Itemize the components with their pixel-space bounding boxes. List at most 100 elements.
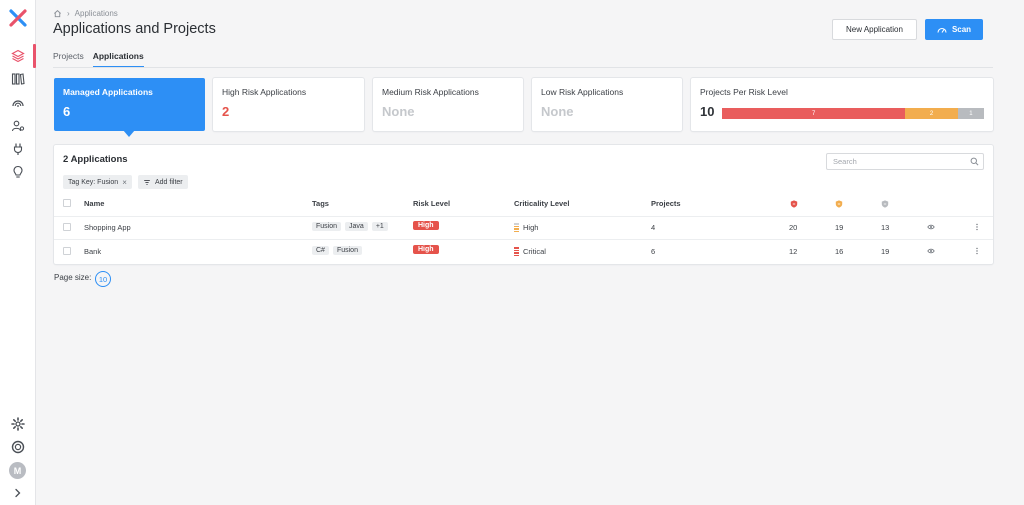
- plug-icon[interactable]: [9, 140, 27, 158]
- tag-chip: Fusion: [332, 246, 362, 255]
- library-icon[interactable]: [9, 70, 27, 88]
- tag-chip: C#: [312, 246, 329, 255]
- layers-icon[interactable]: [9, 47, 27, 65]
- table-row-name[interactable]: Shopping App: [84, 223, 131, 232]
- avatar[interactable]: M: [9, 462, 26, 479]
- table-row-projects: 4: [651, 223, 656, 232]
- column-header-risk-level[interactable]: Risk Level: [413, 199, 450, 208]
- gauge-icon[interactable]: [9, 94, 27, 112]
- status-badge: High: [413, 221, 439, 230]
- column-header-name[interactable]: Name: [84, 199, 104, 208]
- projects-per-risk-level-card[interactable]: Projects Per Risk Level 10: [691, 78, 993, 131]
- select-all-checkbox[interactable]: [63, 199, 71, 207]
- table-divider: [54, 216, 993, 217]
- high-risk-applications-value: 2: [222, 104, 230, 119]
- medium-risk-applications-label: Medium Risk Applications: [382, 87, 479, 97]
- table-row-medium-count: 19: [835, 223, 844, 232]
- sidebar: M: [0, 0, 36, 505]
- add-filter-button[interactable]: Add filter: [138, 175, 188, 189]
- chevron-right-icon[interactable]: [9, 484, 27, 502]
- user-settings-icon[interactable]: [9, 117, 27, 135]
- tag-chip: Fusion: [312, 222, 342, 231]
- table-row-risk: High: [413, 245, 439, 254]
- low-risk-applications-label: Low Risk Applications: [541, 87, 624, 97]
- risk-bar-segment-low[interactable]: 1: [957, 108, 984, 119]
- table-row-high-count: 12: [789, 247, 798, 256]
- table-row-high-count: 20: [789, 223, 798, 232]
- table-row-name[interactable]: Bank: [84, 247, 101, 256]
- filter-icon: [144, 179, 150, 185]
- criticality-label: Critical: [523, 247, 546, 256]
- table-row-medium-count: 16: [835, 247, 844, 256]
- page-size-label: Page size:: [54, 273, 92, 282]
- sidebar-active-indicator: [33, 44, 36, 68]
- tabs: Projects Applications: [53, 46, 144, 68]
- gear-icon[interactable]: [9, 415, 27, 433]
- lightbulb-icon[interactable]: [9, 163, 27, 181]
- eye-icon[interactable]: [927, 247, 935, 255]
- column-header-tags[interactable]: Tags: [312, 199, 329, 208]
- row-checkbox[interactable]: [63, 247, 71, 255]
- low-risk-applications-card[interactable]: Low Risk Applications None: [532, 78, 682, 131]
- breadcrumb: › Applications: [53, 9, 118, 18]
- table-row-low-count: 19: [881, 247, 890, 256]
- table-row-tags: C# Fusion: [312, 246, 362, 255]
- filter-chip-tag-key[interactable]: Tag Key: Fusion ×: [63, 175, 132, 189]
- search-input[interactable]: [826, 153, 984, 170]
- applications-table-panel: 2 Applications Tag Key: Fusion × Add fil…: [54, 145, 993, 264]
- table-row-criticality: Critical: [514, 247, 546, 256]
- medium-risk-applications-value: None: [382, 104, 415, 119]
- status-badge: High: [413, 245, 439, 254]
- filter-chip-label: Tag Key: Fusion: [68, 178, 119, 186]
- tag-chip: Java: [345, 222, 368, 231]
- add-filter-label: Add filter: [155, 178, 183, 186]
- row-checkbox[interactable]: [63, 223, 71, 231]
- table-row-projects: 6: [651, 247, 656, 256]
- help-lifebuoy-icon[interactable]: [9, 438, 27, 456]
- close-icon[interactable]: ×: [122, 178, 127, 187]
- managed-applications-value: 6: [63, 104, 71, 119]
- tabs-divider: [53, 67, 993, 68]
- risk-bar-segment-high[interactable]: 7: [722, 108, 906, 119]
- projects-per-risk-level-label: Projects Per Risk Level: [700, 87, 788, 97]
- managed-applications-label: Managed Applications: [63, 87, 153, 97]
- medium-severity-shield-icon: [835, 200, 843, 208]
- high-risk-applications-label: High Risk Applications: [222, 87, 307, 97]
- breadcrumb-separator-icon: ›: [67, 9, 70, 18]
- scan-gauge-icon: [937, 27, 947, 33]
- risk-bar-segment-medium[interactable]: 2: [905, 108, 958, 119]
- managed-applications-card[interactable]: Managed Applications 6: [54, 78, 205, 131]
- criticality-level-icon: [514, 247, 519, 256]
- projects-risk-bar: 721: [722, 108, 984, 119]
- home-icon[interactable]: [53, 9, 62, 18]
- applications-count: 2 Applications: [63, 154, 128, 165]
- low-risk-applications-value: None: [541, 104, 574, 119]
- more-vertical-icon[interactable]: [973, 223, 981, 231]
- eye-icon[interactable]: [927, 223, 935, 231]
- table-row-criticality: High: [514, 223, 538, 232]
- criticality-label: High: [523, 223, 539, 232]
- active-card-pointer: [123, 130, 135, 137]
- logo-icon[interactable]: [9, 9, 27, 27]
- tab-applications[interactable]: Applications: [92, 46, 144, 68]
- tab-projects[interactable]: Projects: [53, 46, 84, 68]
- breadcrumb-current: Applications: [74, 9, 118, 18]
- medium-risk-applications-card[interactable]: Medium Risk Applications None: [373, 78, 523, 131]
- high-risk-applications-card[interactable]: High Risk Applications 2: [213, 78, 364, 131]
- page-size-selector[interactable]: 10: [95, 271, 111, 287]
- table-row-low-count: 13: [881, 223, 890, 232]
- scan-button[interactable]: Scan: [925, 19, 983, 40]
- table-row-tags: Fusion Java +1: [312, 222, 388, 231]
- criticality-level-icon: [514, 223, 519, 232]
- tag-more-chip[interactable]: +1: [371, 222, 388, 231]
- new-application-button[interactable]: New Application: [832, 19, 917, 40]
- column-header-projects[interactable]: Projects: [651, 199, 681, 208]
- column-header-criticality[interactable]: Criticality Level: [514, 199, 569, 208]
- scan-button-label: Scan: [951, 25, 972, 34]
- search-icon[interactable]: [970, 157, 979, 166]
- low-severity-shield-icon: [881, 200, 889, 208]
- page-title: Applications and Projects: [53, 21, 216, 37]
- table-divider: [54, 239, 993, 240]
- more-vertical-icon[interactable]: [973, 247, 981, 255]
- table-row-risk: High: [413, 221, 439, 230]
